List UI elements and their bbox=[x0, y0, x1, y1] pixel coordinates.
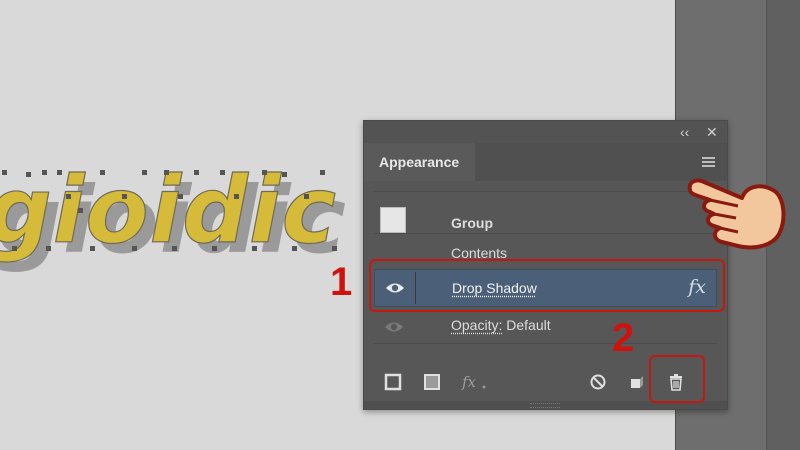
group-thumbnail bbox=[380, 207, 406, 233]
add-fill-icon[interactable] bbox=[423, 373, 441, 391]
opacity-row[interactable]: Opacity: Default bbox=[374, 309, 717, 344]
group-row[interactable]: Group bbox=[374, 193, 717, 233]
opacity-label: Opacity: Default bbox=[451, 317, 551, 333]
eye-visibility-icon[interactable] bbox=[384, 320, 404, 334]
divider bbox=[374, 233, 717, 234]
close-panel-icon[interactable]: ✕ bbox=[706, 123, 718, 141]
pointing-hand-icon bbox=[687, 178, 786, 250]
add-stroke-icon[interactable] bbox=[384, 373, 402, 391]
tab-appearance[interactable]: Appearance bbox=[364, 143, 475, 181]
panel-tab-bar: Appearance bbox=[364, 143, 727, 181]
clear-appearance-icon[interactable] bbox=[589, 373, 607, 391]
opacity-link[interactable]: Opacity: bbox=[451, 317, 502, 333]
annotation-box-delete bbox=[649, 355, 705, 403]
annotation-number-1: 1 bbox=[330, 260, 353, 304]
collapse-panel-icon[interactable]: ‹‹ bbox=[680, 123, 689, 141]
opacity-value: Default bbox=[506, 317, 551, 333]
duplicate-item-icon[interactable] bbox=[628, 373, 646, 391]
annotation-box-drop-shadow bbox=[369, 259, 725, 312]
annotation-number-2: 2 bbox=[612, 316, 635, 360]
artwork-text-object[interactable]: gioidic gioidic bbox=[0, 150, 362, 290]
fx-menu-icon[interactable]: fx bbox=[461, 373, 487, 391]
svg-text:fx: fx bbox=[461, 373, 477, 391]
divider bbox=[374, 191, 717, 192]
panel-title-bar[interactable]: ‹‹ ✕ bbox=[364, 121, 727, 143]
group-label: Group bbox=[451, 215, 493, 231]
